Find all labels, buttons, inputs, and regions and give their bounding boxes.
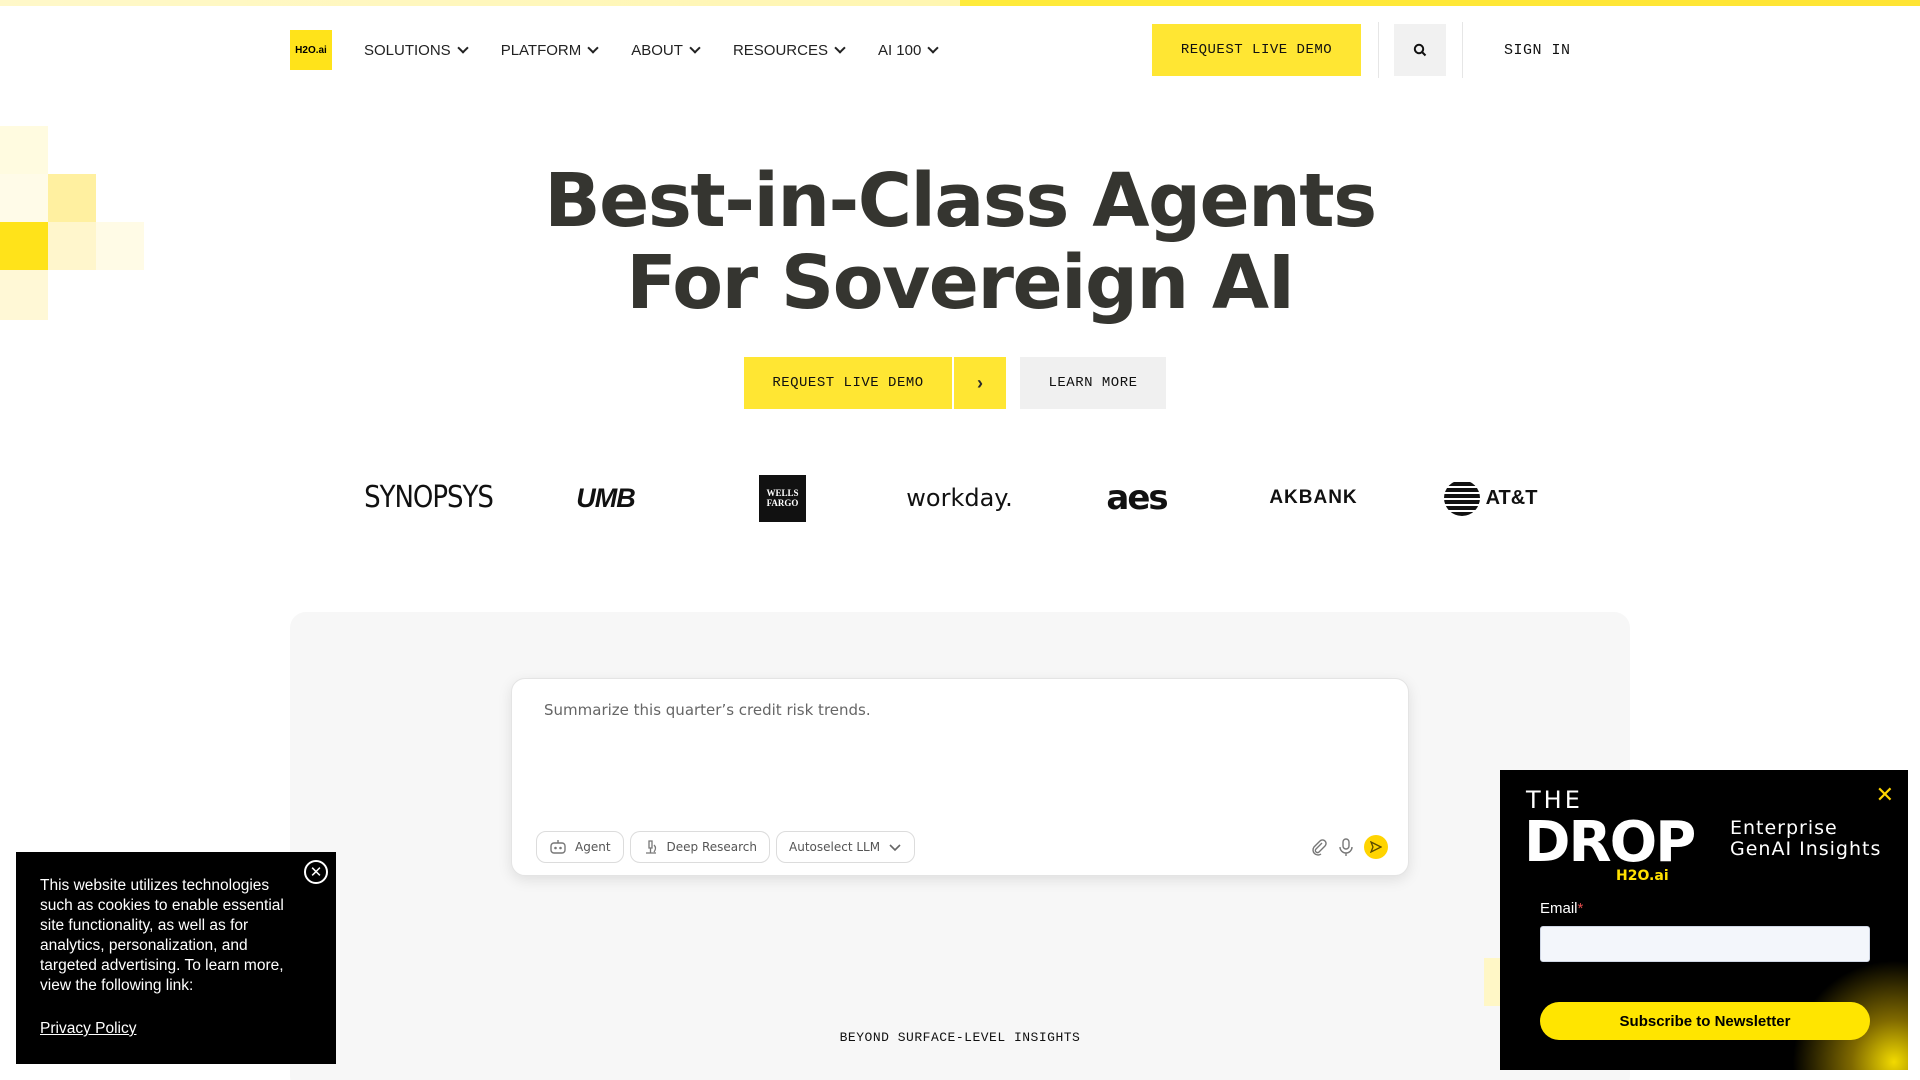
chevron-down-icon [834, 42, 846, 54]
akbank-logo: AKBANK [1225, 487, 1402, 509]
umb-wordmark: UMB [576, 482, 635, 513]
site-header: H2O.ai SOLUTIONS PLATFORM ABOUT RESOURCE… [0, 6, 1920, 94]
sign-in-link[interactable]: SIGN IN [1504, 42, 1571, 59]
deep-research-chip-label: Deep Research [666, 840, 758, 854]
search-button[interactable] [1394, 24, 1446, 76]
email-field[interactable] [1540, 926, 1870, 962]
hero-request-demo-button[interactable]: REQUEST LIVE DEMO › [744, 357, 1006, 409]
wells-fargo-badge: WELLS FARGO [759, 474, 806, 522]
decor-pixel [48, 174, 96, 222]
send-icon [1370, 841, 1382, 853]
workday-logo: workday. [871, 484, 1048, 512]
att-logo: AT&T [1402, 480, 1579, 516]
nav-item-resources[interactable]: RESOURCES [732, 42, 846, 59]
wells-line-1: WELLS [766, 488, 799, 498]
robot-icon [550, 840, 566, 854]
nav-label: RESOURCES [732, 42, 828, 59]
chevron-down-icon [927, 42, 940, 54]
customer-logos: SYNOPSYS UMB WELLS FARGO workday. aes AKB… [340, 468, 1630, 528]
nav-label: AI 100 [877, 42, 922, 59]
wells-fargo-logo: WELLS FARGO [694, 474, 871, 522]
nav-item-platform[interactable]: PLATFORM [500, 42, 599, 59]
drop-brand: H2O.ai [1616, 868, 1669, 884]
nav-label: PLATFORM [500, 42, 582, 59]
chevron-down-icon [587, 42, 599, 54]
learn-more-button[interactable]: LEARN MORE [1020, 357, 1166, 409]
synopsys-logo: SYNOPSYS [340, 480, 517, 516]
microscope-icon [645, 840, 656, 854]
chevron-right-icon[interactable]: › [954, 357, 1006, 409]
att-wordmark: AT&T [1485, 486, 1538, 509]
cookie-banner: ✕ This website utilizes technologies suc… [16, 852, 336, 1064]
drop-tagline: Enterprise GenAI Insights [1730, 818, 1881, 860]
newsletter-popup: THE DROP H2O.ai Enterprise GenAI Insight… [1500, 770, 1908, 1070]
drop-logo: DROP [1524, 810, 1696, 875]
decor-pixel [96, 222, 144, 270]
hero-title: Best-in-Class Agents For Sovereign AI [460, 160, 1460, 324]
drop-tag-line-1: Enterprise [1730, 817, 1838, 839]
decor-pixel [48, 222, 96, 270]
chevron-down-icon [889, 844, 901, 852]
close-icon[interactable]: ✕ [304, 860, 328, 884]
decor-pixel [0, 222, 48, 270]
microphone-icon[interactable] [1338, 837, 1354, 857]
prompt-input[interactable] [544, 701, 1374, 719]
akbank-wordmark: AKBANK [1269, 487, 1358, 508]
hero-title-line-1: Best-in-Class Agents [544, 158, 1377, 244]
nav-label: SOLUTIONS [364, 42, 451, 59]
decor-pixel [0, 174, 48, 222]
synopsys-wordmark: SYNOPSYS [364, 480, 494, 516]
chevron-down-icon [457, 42, 469, 54]
nav-item-about[interactable]: ABOUT [631, 42, 701, 59]
h2o-logo[interactable]: H2O.ai [290, 30, 332, 70]
att-mark: AT&T [1443, 480, 1538, 516]
workday-wordmark: workday. [906, 484, 1013, 512]
hero-title-line-2: For Sovereign AI [626, 240, 1295, 326]
header-request-demo-button[interactable]: REQUEST LIVE DEMO [1152, 24, 1361, 76]
chat-options: Agent Deep Research Autoselect LLM [536, 831, 916, 863]
request-demo-label[interactable]: REQUEST LIVE DEMO [744, 357, 952, 409]
email-label-text: Email [1540, 900, 1578, 917]
main-nav: SOLUTIONS PLATFORM ABOUT RESOURCES AI 10… [364, 42, 940, 59]
nav-label: ABOUT [631, 42, 683, 59]
hero-cta-row: REQUEST LIVE DEMO › LEARN MORE [744, 357, 1166, 409]
decor-pixel [0, 126, 48, 174]
agent-chip-label: Agent [575, 840, 611, 854]
chevron-down-icon [689, 42, 701, 54]
deep-research-chip[interactable]: Deep Research [629, 831, 771, 863]
close-icon[interactable]: ✕ [1876, 784, 1894, 806]
llm-select-value: Autoselect LLM [789, 840, 881, 854]
search-icon [1413, 43, 1427, 57]
umb-logo: UMB [517, 483, 694, 514]
chat-tools [1310, 835, 1388, 859]
agent-chip[interactable]: Agent [536, 831, 624, 863]
chat-prompt-box: Agent Deep Research Autoselect LLM [511, 678, 1409, 876]
nav-item-ai-100[interactable]: AI 100 [877, 42, 940, 59]
globe-icon [1443, 480, 1480, 516]
wells-line-2: FARGO [766, 498, 799, 508]
section-kicker: BEYOND SURFACE-LEVEL INSIGHTS [839, 1030, 1081, 1045]
header-divider [1462, 22, 1463, 78]
privacy-policy-link[interactable]: Privacy Policy [40, 1020, 136, 1038]
aes-logo: aes [1048, 478, 1225, 518]
send-button[interactable] [1364, 835, 1388, 859]
email-label: Email* [1540, 900, 1583, 917]
paperclip-icon[interactable] [1310, 838, 1328, 856]
llm-select[interactable]: Autoselect LLM [776, 831, 916, 863]
required-mark: * [1577, 900, 1584, 917]
decor-pixel [0, 270, 48, 320]
aes-wordmark: aes [1106, 478, 1168, 518]
cookie-text: This website utilizes technologies such … [40, 877, 284, 994]
subscribe-button[interactable]: Subscribe to Newsletter [1540, 1002, 1870, 1040]
drop-tag-line-2: GenAI Insights [1730, 838, 1882, 860]
header-divider [1378, 22, 1379, 78]
nav-item-solutions[interactable]: SOLUTIONS [364, 42, 469, 59]
